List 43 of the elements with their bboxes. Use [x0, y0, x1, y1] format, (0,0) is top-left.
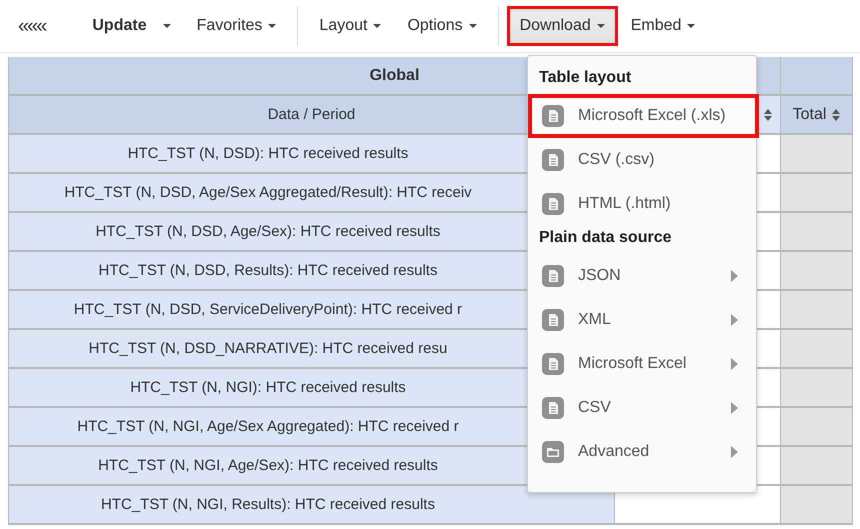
caret-icon	[468, 24, 477, 28]
row-label-cell: HTC_TST (N, NGI, Results): HTC received results	[9, 486, 615, 525]
menu-section-title: Table layout	[538, 68, 632, 88]
menu-button[interactable]: Layout	[306, 6, 394, 46]
caret-icon	[596, 24, 605, 28]
menu-button[interactable]: Favorites	[184, 6, 290, 46]
table-cell	[781, 447, 853, 486]
table-cell	[781, 369, 853, 408]
table-cell	[781, 330, 853, 369]
submenu-arrow-icon	[731, 446, 738, 458]
table-cell	[781, 291, 853, 330]
document-icon	[542, 105, 564, 127]
document-icon	[542, 149, 564, 171]
table-cell	[781, 408, 853, 447]
menu-item[interactable]: Microsoft Excel (.xls)	[528, 94, 759, 138]
menu-button[interactable]: Download	[506, 6, 618, 46]
sort-icon	[832, 108, 840, 120]
document-icon	[542, 265, 564, 287]
table-cell	[781, 135, 853, 174]
submenu-arrow-icon	[731, 402, 738, 414]
table-cell	[781, 213, 853, 252]
document-icon	[542, 397, 564, 419]
sort-icon	[764, 108, 772, 120]
collapse-button[interactable]: «««	[8, 8, 56, 44]
column-header[interactable]: Total	[781, 96, 853, 135]
caret-icon	[162, 24, 171, 28]
document-icon	[542, 193, 564, 215]
folder-icon	[542, 441, 564, 463]
caret-icon	[687, 24, 696, 28]
menu-button[interactable]: Embed	[618, 6, 708, 46]
table-cell	[781, 252, 853, 291]
document-icon	[542, 309, 564, 331]
table-cell	[781, 174, 853, 213]
caret-icon	[268, 24, 276, 28]
submenu-arrow-icon	[731, 314, 738, 326]
submenu-arrow-icon	[731, 270, 738, 282]
submenu-arrow-icon	[731, 358, 738, 370]
document-icon	[542, 353, 564, 375]
update-button[interactable]: Update	[79, 6, 184, 46]
menu-button[interactable]: Options	[394, 6, 490, 46]
caret-icon	[373, 24, 382, 28]
header-cell	[781, 57, 853, 96]
table-cell	[781, 486, 853, 525]
